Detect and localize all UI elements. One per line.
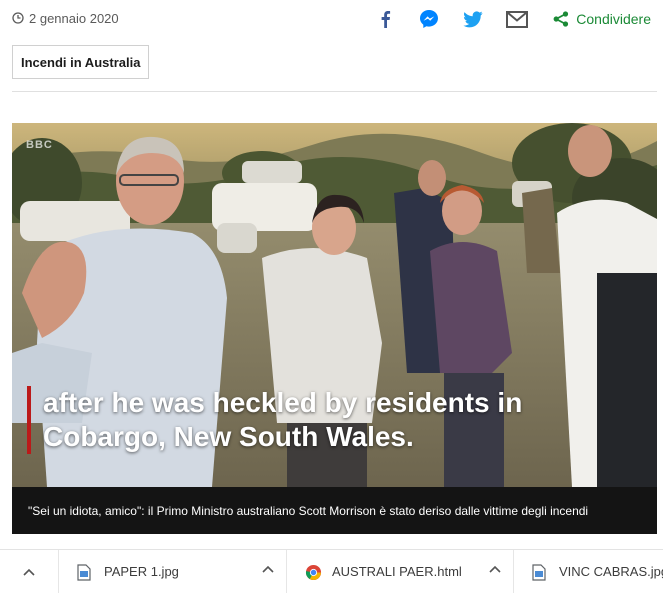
share-button[interactable]: Condividere [553, 11, 651, 27]
clock-icon [12, 12, 24, 24]
chevron-up-icon[interactable] [489, 565, 501, 573]
share-bar: Condividere [373, 6, 651, 32]
download-filename: PAPER 1.jpg [104, 563, 179, 579]
download-item[interactable]: AUSTRALI PAER.html [286, 549, 513, 593]
channel-logo: BBC [26, 139, 53, 151]
share-email-button[interactable] [505, 7, 529, 31]
download-filename: VINC CABRAS.jpg [559, 563, 663, 579]
download-item[interactable]: VINC CABRAS.jpg [513, 549, 663, 593]
chevron-up-icon[interactable] [262, 565, 274, 573]
date-text: 2 gennaio 2020 [29, 10, 119, 26]
download-bar-expand-button[interactable] [0, 550, 58, 593]
image-file-icon [532, 563, 546, 581]
share-messenger-button[interactable] [417, 7, 441, 31]
video-subtitle: after he was heckled by residents in Cob… [27, 386, 522, 454]
subtitle-line-1: after he was heckled by residents in [43, 387, 523, 418]
messenger-icon [420, 10, 439, 28]
share-label: Condividere [576, 11, 651, 27]
chrome-icon [305, 564, 322, 580]
subtitle-line-2: Cobargo, New South Wales. [43, 421, 414, 452]
video-caption: "Sei un idiota, amico": il Primo Ministr… [12, 487, 657, 534]
download-filename: AUSTRALI PAER.html [332, 563, 462, 579]
download-item[interactable]: PAPER 1.jpg [58, 549, 286, 593]
email-icon [506, 10, 529, 28]
twitter-icon [463, 10, 483, 27]
image-file-icon [77, 563, 91, 581]
share-icon [553, 11, 569, 27]
video-player[interactable]: BBC after he was heckled by residents in… [12, 123, 657, 487]
divider [12, 91, 657, 92]
article-date: 2 gennaio 2020 [12, 9, 119, 27]
share-twitter-button[interactable] [461, 7, 485, 31]
download-bar: PAPER 1.jpg AUSTRALI PAER.html VINC CABR… [0, 549, 663, 593]
share-facebook-button[interactable] [373, 7, 397, 31]
facebook-icon [381, 11, 391, 28]
chevron-up-icon [23, 568, 35, 576]
topic-tag[interactable]: Incendi in Australia [12, 45, 150, 79]
